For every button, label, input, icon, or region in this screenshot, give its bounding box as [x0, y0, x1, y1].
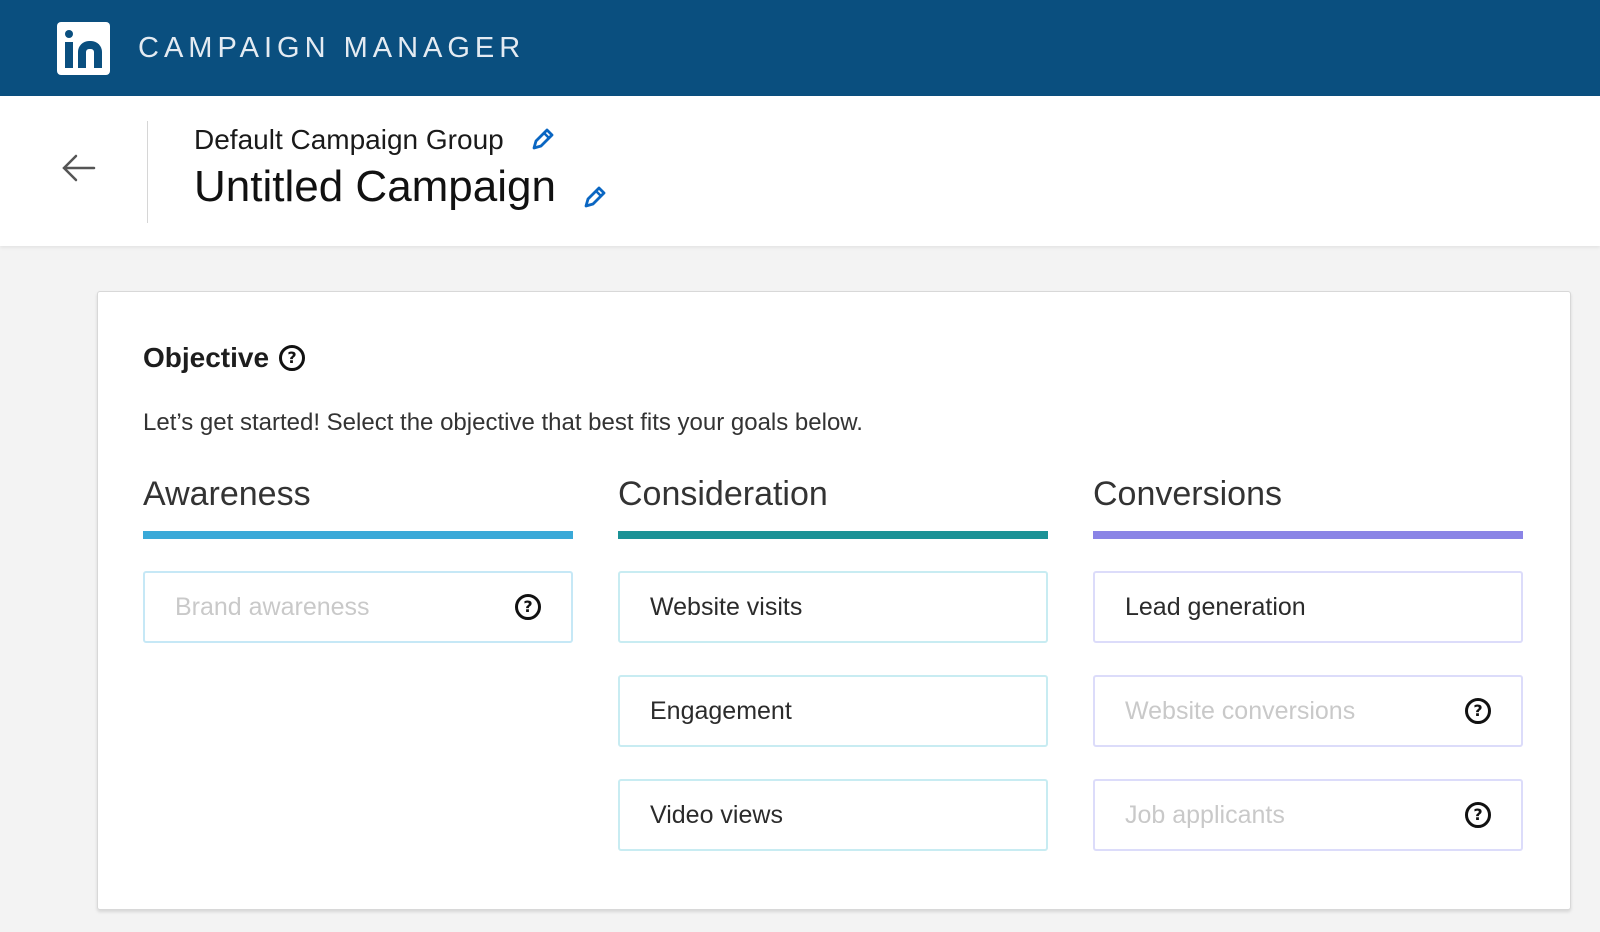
pencil-icon [532, 128, 554, 150]
option-label: Lead generation [1125, 592, 1306, 621]
back-button[interactable] [58, 148, 98, 188]
arrow-left-icon [62, 154, 96, 182]
column-title: Conversions [1093, 475, 1282, 513]
column-color-bar [618, 531, 1048, 539]
column-color-bar [143, 531, 573, 539]
edit-campaign-button[interactable] [580, 173, 608, 208]
option-label: Website visits [650, 592, 803, 621]
option-label: Engagement [650, 696, 792, 725]
campaign-header: Default Campaign Group Untitled Campaign [0, 96, 1600, 246]
objective-column-awareness: Awareness Brand awareness? [143, 475, 573, 675]
objective-column-conversions: Conversions Lead generation Website conver… [1093, 475, 1523, 883]
edit-group-button[interactable] [528, 126, 556, 154]
objective-option-lead-generation[interactable]: Lead generation [1093, 571, 1523, 643]
objective-option-brand-awareness: Brand awareness? [143, 571, 573, 643]
column-title: Awareness [143, 475, 311, 513]
column-color-bar [1093, 531, 1523, 539]
option-label: Video views [650, 800, 783, 829]
help-icon[interactable]: ? [1465, 802, 1491, 828]
objective-option-website-visits[interactable]: Website visits [618, 571, 1048, 643]
objective-title: Objective [143, 342, 270, 373]
objective-card: Objective ? Let’s get started! Select th… [97, 291, 1571, 910]
top-nav-bar: CAMPAIGN MANAGER [0, 0, 1600, 96]
campaign-group-name: Default Campaign Group [194, 124, 504, 155]
campaign-name: Untitled Campaign [194, 162, 556, 211]
objective-option-engagement[interactable]: Engagement [618, 675, 1048, 747]
option-label: Job applicants [1125, 800, 1285, 829]
linkedin-logo[interactable] [57, 21, 110, 75]
help-icon[interactable]: ? [515, 594, 541, 620]
help-icon[interactable]: ? [279, 345, 306, 371]
option-label: Brand awareness [175, 592, 370, 621]
objective-intro: Let’s get started! Select the objective … [143, 409, 863, 436]
objective-column-consideration: Consideration Website visits Engagement Vid… [618, 475, 1048, 883]
column-title: Consideration [618, 475, 828, 513]
pencil-icon [584, 186, 606, 208]
objective-option-website-conversions: Website conversions? [1093, 675, 1523, 747]
app-title: CAMPAIGN MANAGER [138, 31, 526, 64]
objective-option-job-applicants: Job applicants? [1093, 779, 1523, 851]
objective-option-video-views[interactable]: Video views [618, 779, 1048, 851]
header-divider [147, 121, 148, 223]
help-icon[interactable]: ? [1465, 698, 1491, 724]
option-label: Website conversions [1125, 696, 1356, 725]
